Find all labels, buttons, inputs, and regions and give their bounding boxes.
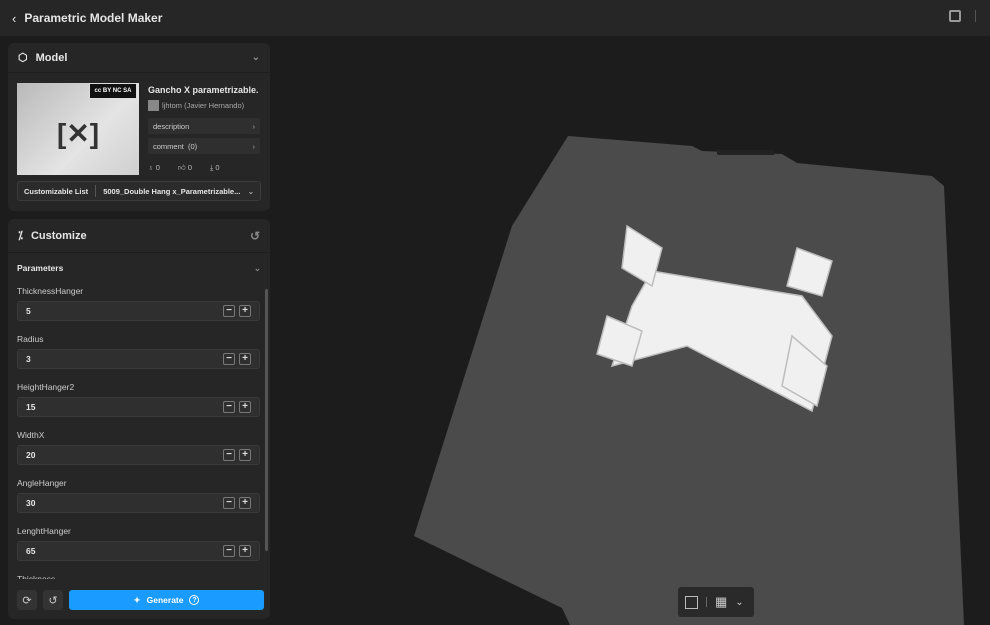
param-value[interactable]: 30 bbox=[26, 498, 35, 508]
chevron-down-icon[interactable]: ⌄ bbox=[254, 263, 261, 274]
param-label: WidthX bbox=[17, 430, 45, 440]
param-label: Radius bbox=[17, 334, 44, 344]
build-plate bbox=[414, 136, 964, 625]
param-label: LenghtHanger bbox=[17, 526, 71, 536]
chevron-down-icon[interactable]: ⌄ bbox=[735, 597, 743, 608]
generate-label: Generate bbox=[146, 595, 184, 605]
view-toolbar: ▦ ⌄ bbox=[678, 587, 754, 617]
param-value[interactable]: 15 bbox=[26, 402, 35, 412]
sparkle-icon: ✦ bbox=[133, 594, 141, 605]
param-value[interactable]: 5 bbox=[26, 306, 31, 316]
param-input[interactable]: 5 − + bbox=[17, 301, 260, 321]
decrement-button[interactable]: − bbox=[223, 545, 235, 557]
decrement-button[interactable]: − bbox=[223, 353, 235, 365]
chevron-down-icon: ⌄ bbox=[247, 186, 254, 196]
undo-icon: ↺ bbox=[48, 594, 58, 607]
increment-button[interactable]: + bbox=[239, 305, 251, 317]
model-section-title: Model bbox=[35, 51, 68, 64]
parameters-panel: Parameters ⌄ ThicknessHanger 5− + Radius 3− + H… bbox=[8, 253, 270, 579]
param-input[interactable]: 30 − + bbox=[17, 493, 260, 513]
description-row[interactable]: description › bbox=[148, 118, 260, 134]
param-input[interactable]: 15 − + bbox=[17, 397, 260, 417]
boost-count: 0 bbox=[155, 163, 160, 172]
download-stat[interactable]: ⤓ 0 bbox=[210, 163, 220, 173]
customize-icon: ⁒ bbox=[18, 230, 23, 242]
refresh-button[interactable]: ⟳ bbox=[17, 590, 37, 610]
like-count: 0 bbox=[187, 163, 192, 172]
copy-icon[interactable] bbox=[949, 10, 961, 22]
model-thumbnail[interactable]: [✕] cc BY NC SA bbox=[17, 83, 139, 175]
param-label: HeightHanger2 bbox=[17, 382, 75, 392]
param-input[interactable]: 20 − + bbox=[17, 445, 260, 465]
decrement-button[interactable]: − bbox=[223, 401, 235, 413]
divider bbox=[975, 10, 976, 22]
avatar[interactable] bbox=[148, 100, 159, 111]
comment-count: (0) bbox=[188, 141, 198, 151]
param-input[interactable]: 65 − + bbox=[17, 541, 260, 561]
3d-viewport[interactable] bbox=[272, 36, 990, 625]
decrement-button[interactable]: − bbox=[223, 449, 235, 461]
help-icon[interactable]: ? bbox=[189, 595, 200, 605]
app-title: Parametric Model Maker bbox=[24, 11, 163, 25]
refresh-icon: ⟳ bbox=[22, 594, 32, 607]
cube-icon: ⬡ bbox=[18, 52, 28, 64]
customizable-list-value: 5009_Double Hang x_Parametrizable... bbox=[103, 186, 241, 196]
chevron-down-icon[interactable]: ⌄ bbox=[252, 52, 260, 63]
back-icon[interactable]: ‹ bbox=[12, 11, 16, 26]
model-card: ⬡ Model ⌄ [✕] cc BY NC SA Gancho X parametr… bbox=[8, 43, 270, 211]
model-name[interactable]: Gancho X parametrizable. bbox=[148, 85, 259, 95]
boost-stat[interactable]: ♁ 0 bbox=[148, 163, 160, 173]
description-label: description bbox=[153, 121, 190, 131]
reset-button[interactable]: ↺ bbox=[43, 590, 63, 610]
customizable-list-label: Customizable List bbox=[24, 186, 89, 196]
comment-label: comment bbox=[153, 141, 184, 151]
param-input[interactable]: 3 − + bbox=[17, 349, 260, 369]
top-bar: ‹ Parametric Model Maker bbox=[0, 0, 990, 36]
decrement-button[interactable]: − bbox=[223, 497, 235, 509]
plate-slot bbox=[717, 150, 775, 155]
chevron-right-icon: › bbox=[252, 141, 256, 151]
param-value[interactable]: 65 bbox=[26, 546, 35, 556]
history-icon[interactable]: ↺ bbox=[250, 229, 260, 243]
customize-section-title: Customize bbox=[30, 229, 87, 242]
parameters-title: Parameters bbox=[17, 263, 64, 273]
increment-button[interactable]: + bbox=[239, 449, 251, 461]
author-name[interactable]: ljhtom (Javier Hernando) bbox=[162, 101, 244, 110]
license-badge: cc BY NC SA bbox=[89, 83, 137, 99]
decrement-button[interactable]: − bbox=[223, 305, 235, 317]
increment-button[interactable]: + bbox=[239, 545, 251, 557]
grid-icon[interactable]: ▦ bbox=[715, 594, 727, 610]
param-label: ThicknessHanger bbox=[17, 286, 84, 296]
divider bbox=[706, 597, 707, 607]
param-label: Thickness bbox=[17, 574, 56, 579]
param-value[interactable]: 3 bbox=[26, 354, 31, 364]
increment-button[interactable]: + bbox=[239, 497, 251, 509]
customizable-list-select[interactable]: Customizable List 5009_Double Hang x_Para… bbox=[17, 181, 261, 201]
increment-button[interactable]: + bbox=[239, 353, 251, 365]
download-count: 0 bbox=[215, 163, 220, 172]
increment-button[interactable]: + bbox=[239, 401, 251, 413]
param-label: AngleHanger bbox=[17, 478, 67, 488]
view-box-icon[interactable] bbox=[685, 595, 698, 609]
scrollbar[interactable] bbox=[265, 289, 268, 551]
customize-card: ⁒ Customize ↺ Parameters ⌄ ThicknessHanger 5… bbox=[8, 219, 270, 619]
param-value[interactable]: 20 bbox=[26, 450, 35, 460]
like-stat[interactable]: 👍︎ 0 bbox=[178, 163, 192, 173]
chevron-right-icon: › bbox=[252, 121, 256, 131]
generate-button[interactable]: ✦ Generate? bbox=[69, 590, 264, 610]
comment-row[interactable]: comment (0) › bbox=[148, 138, 260, 154]
